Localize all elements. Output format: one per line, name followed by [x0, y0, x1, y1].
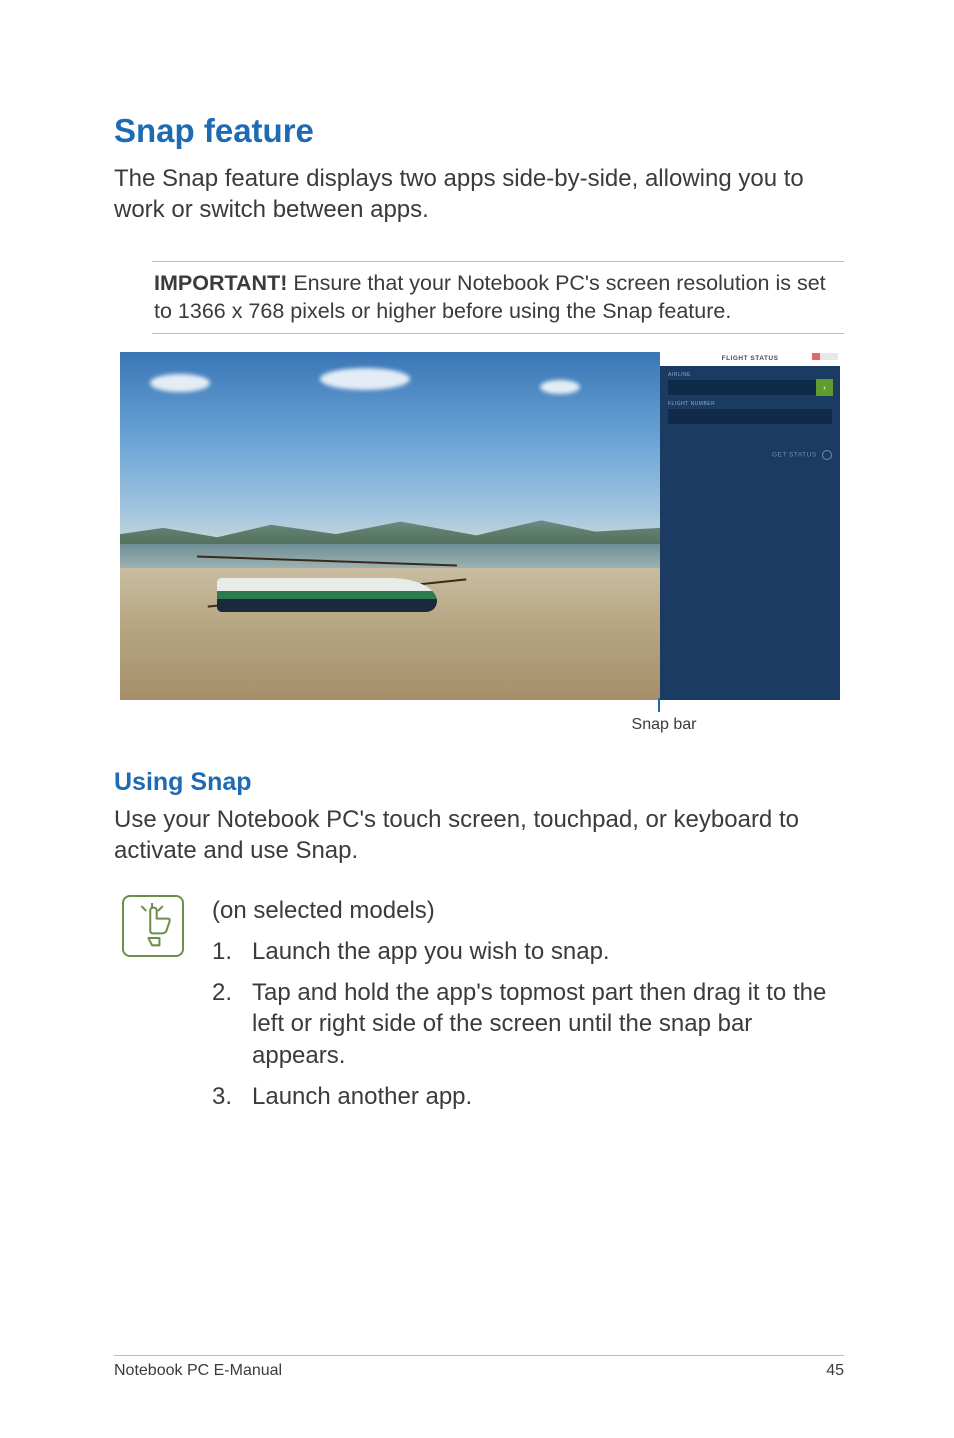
flight-number-label: FLIGHT NUMBER	[668, 401, 832, 407]
using-snap-intro: Use your Notebook PC's touch screen, tou…	[114, 805, 844, 866]
step-number: 1.	[212, 936, 252, 967]
step-text: Launch the app you wish to snap.	[252, 936, 844, 967]
snap-bar-indicator-line	[658, 698, 660, 712]
get-status-button: GET STATUS	[668, 450, 832, 460]
snap-screenshot: FLIGHT STATUS AIRLINE › FLIGHT NUMBER GE…	[120, 352, 840, 700]
get-status-label: GET STATUS	[772, 452, 817, 459]
intro-paragraph: The Snap feature displays two apps side-…	[114, 164, 844, 225]
app-title-bar: FLIGHT STATUS	[660, 352, 840, 366]
important-note-box: IMPORTANT! Ensure that your Notebook PC'…	[152, 261, 844, 334]
step-text: Tap and hold the app's topmost part then…	[252, 977, 844, 1071]
touch-icon	[122, 895, 184, 957]
boat-hull	[217, 578, 437, 612]
steps-list: 1. Launch the app you wish to snap. 2. T…	[212, 936, 844, 1112]
airline-label: AIRLINE	[668, 372, 832, 378]
flight-number-field: FLIGHT NUMBER	[668, 401, 832, 424]
step-item: 1. Launch the app you wish to snap.	[212, 936, 844, 967]
page-footer: Notebook PC E-Manual 45	[114, 1355, 844, 1380]
step-item: 2. Tap and hold the app's topmost part t…	[212, 977, 844, 1071]
boat	[217, 554, 457, 624]
airline-input: ›	[668, 380, 832, 395]
instructions-content: (on selected models) 1. Launch the app y…	[212, 895, 844, 1122]
step-item: 3. Launch another app.	[212, 1081, 844, 1112]
step-number: 3.	[212, 1081, 252, 1112]
airline-field: AIRLINE ›	[668, 372, 832, 395]
outrigger-pole	[197, 556, 457, 567]
footer-title: Notebook PC E-Manual	[114, 1362, 282, 1380]
step-number: 2.	[212, 977, 252, 1071]
selected-models-note: (on selected models)	[212, 895, 844, 926]
important-label: IMPORTANT!	[154, 271, 287, 295]
important-note-text: IMPORTANT! Ensure that your Notebook PC'…	[154, 270, 842, 325]
hand-tap-icon	[130, 903, 176, 949]
right-app-pane: FLIGHT STATUS AIRLINE › FLIGHT NUMBER GE…	[660, 352, 840, 700]
snap-bar-caption: Snap bar	[594, 716, 734, 734]
flight-number-input	[668, 409, 832, 424]
left-app-pane	[120, 352, 660, 700]
step-text: Launch another app.	[252, 1081, 844, 1112]
heading-using-snap: Using Snap	[114, 768, 844, 797]
heading-snap-feature: Snap feature	[114, 112, 844, 150]
arrow-circle-icon	[822, 450, 832, 460]
page-number: 45	[826, 1362, 844, 1380]
touch-instructions: (on selected models) 1. Launch the app y…	[122, 895, 844, 1122]
go-button: ›	[816, 379, 833, 396]
